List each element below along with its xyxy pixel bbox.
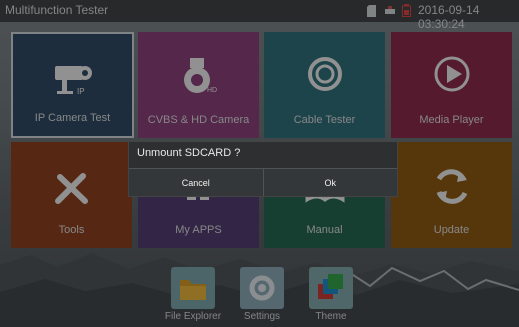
unmount-dialog: Unmount SDCARD ? Cancel Ok: [128, 141, 398, 197]
dialog-buttons: Cancel Ok: [129, 168, 397, 196]
cancel-button[interactable]: Cancel: [129, 169, 263, 196]
ok-button[interactable]: Ok: [262, 169, 397, 196]
dialog-title: Unmount SDCARD ?: [137, 147, 241, 159]
home-screen: Multifunction Tester 2016-09-14 03:30:24…: [0, 0, 519, 327]
